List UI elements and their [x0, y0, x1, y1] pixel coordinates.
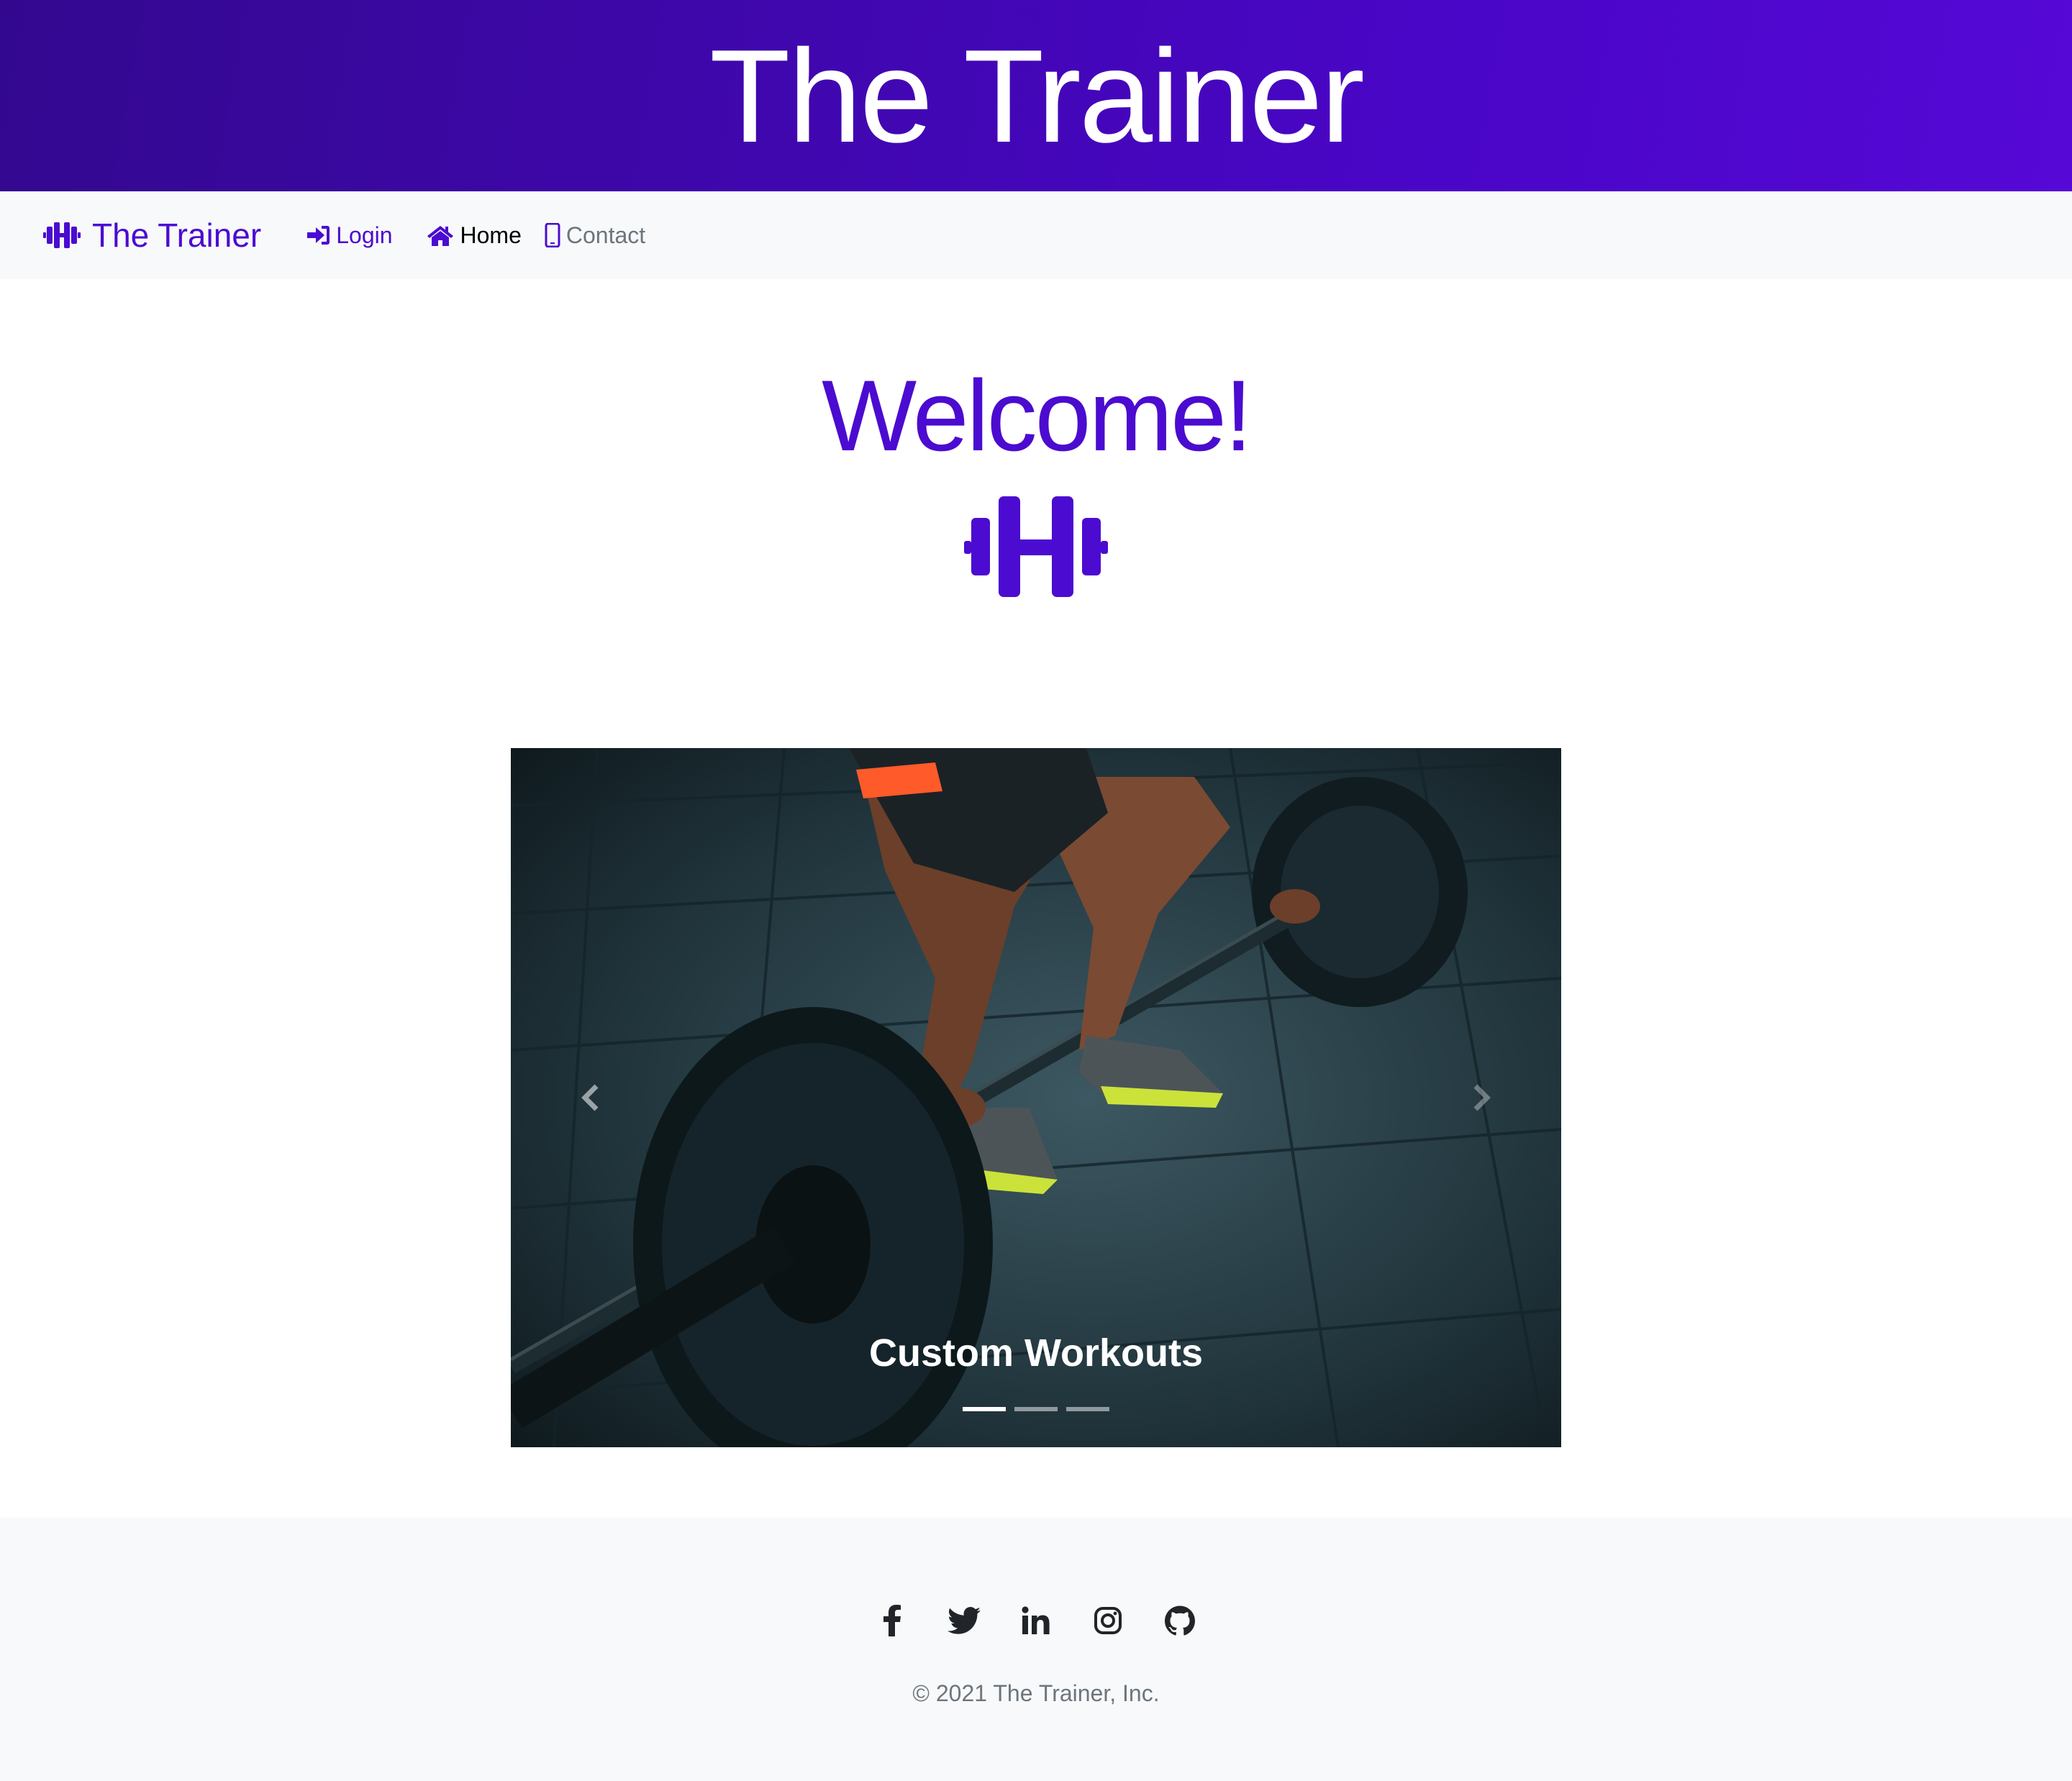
dumbbell-icon: [964, 496, 1108, 597]
linkedin-icon[interactable]: [1019, 1604, 1053, 1637]
footer: © 2021 The Trainer, Inc.: [0, 1518, 2072, 1781]
carousel-indicator[interactable]: [1066, 1407, 1109, 1411]
chevron-right-icon: [1473, 1084, 1491, 1111]
chevron-left-icon: [581, 1084, 599, 1111]
twitter-icon[interactable]: [948, 1604, 981, 1637]
carousel-indicator[interactable]: [1014, 1407, 1058, 1411]
carousel-indicators: [511, 1407, 1561, 1411]
carousel[interactable]: Custom Workouts: [511, 748, 1561, 1447]
welcome-heading: Welcome!: [822, 359, 1253, 472]
github-icon[interactable]: [1163, 1604, 1196, 1637]
carousel-indicator[interactable]: [963, 1407, 1006, 1411]
copyright-text: © 2021 The Trainer, Inc.: [912, 1680, 1160, 1706]
carousel-caption: Custom Workouts: [868, 1331, 1203, 1375]
social-links: [0, 1604, 2072, 1637]
instagram-icon[interactable]: [1091, 1604, 1124, 1637]
facebook-icon[interactable]: [876, 1604, 909, 1637]
